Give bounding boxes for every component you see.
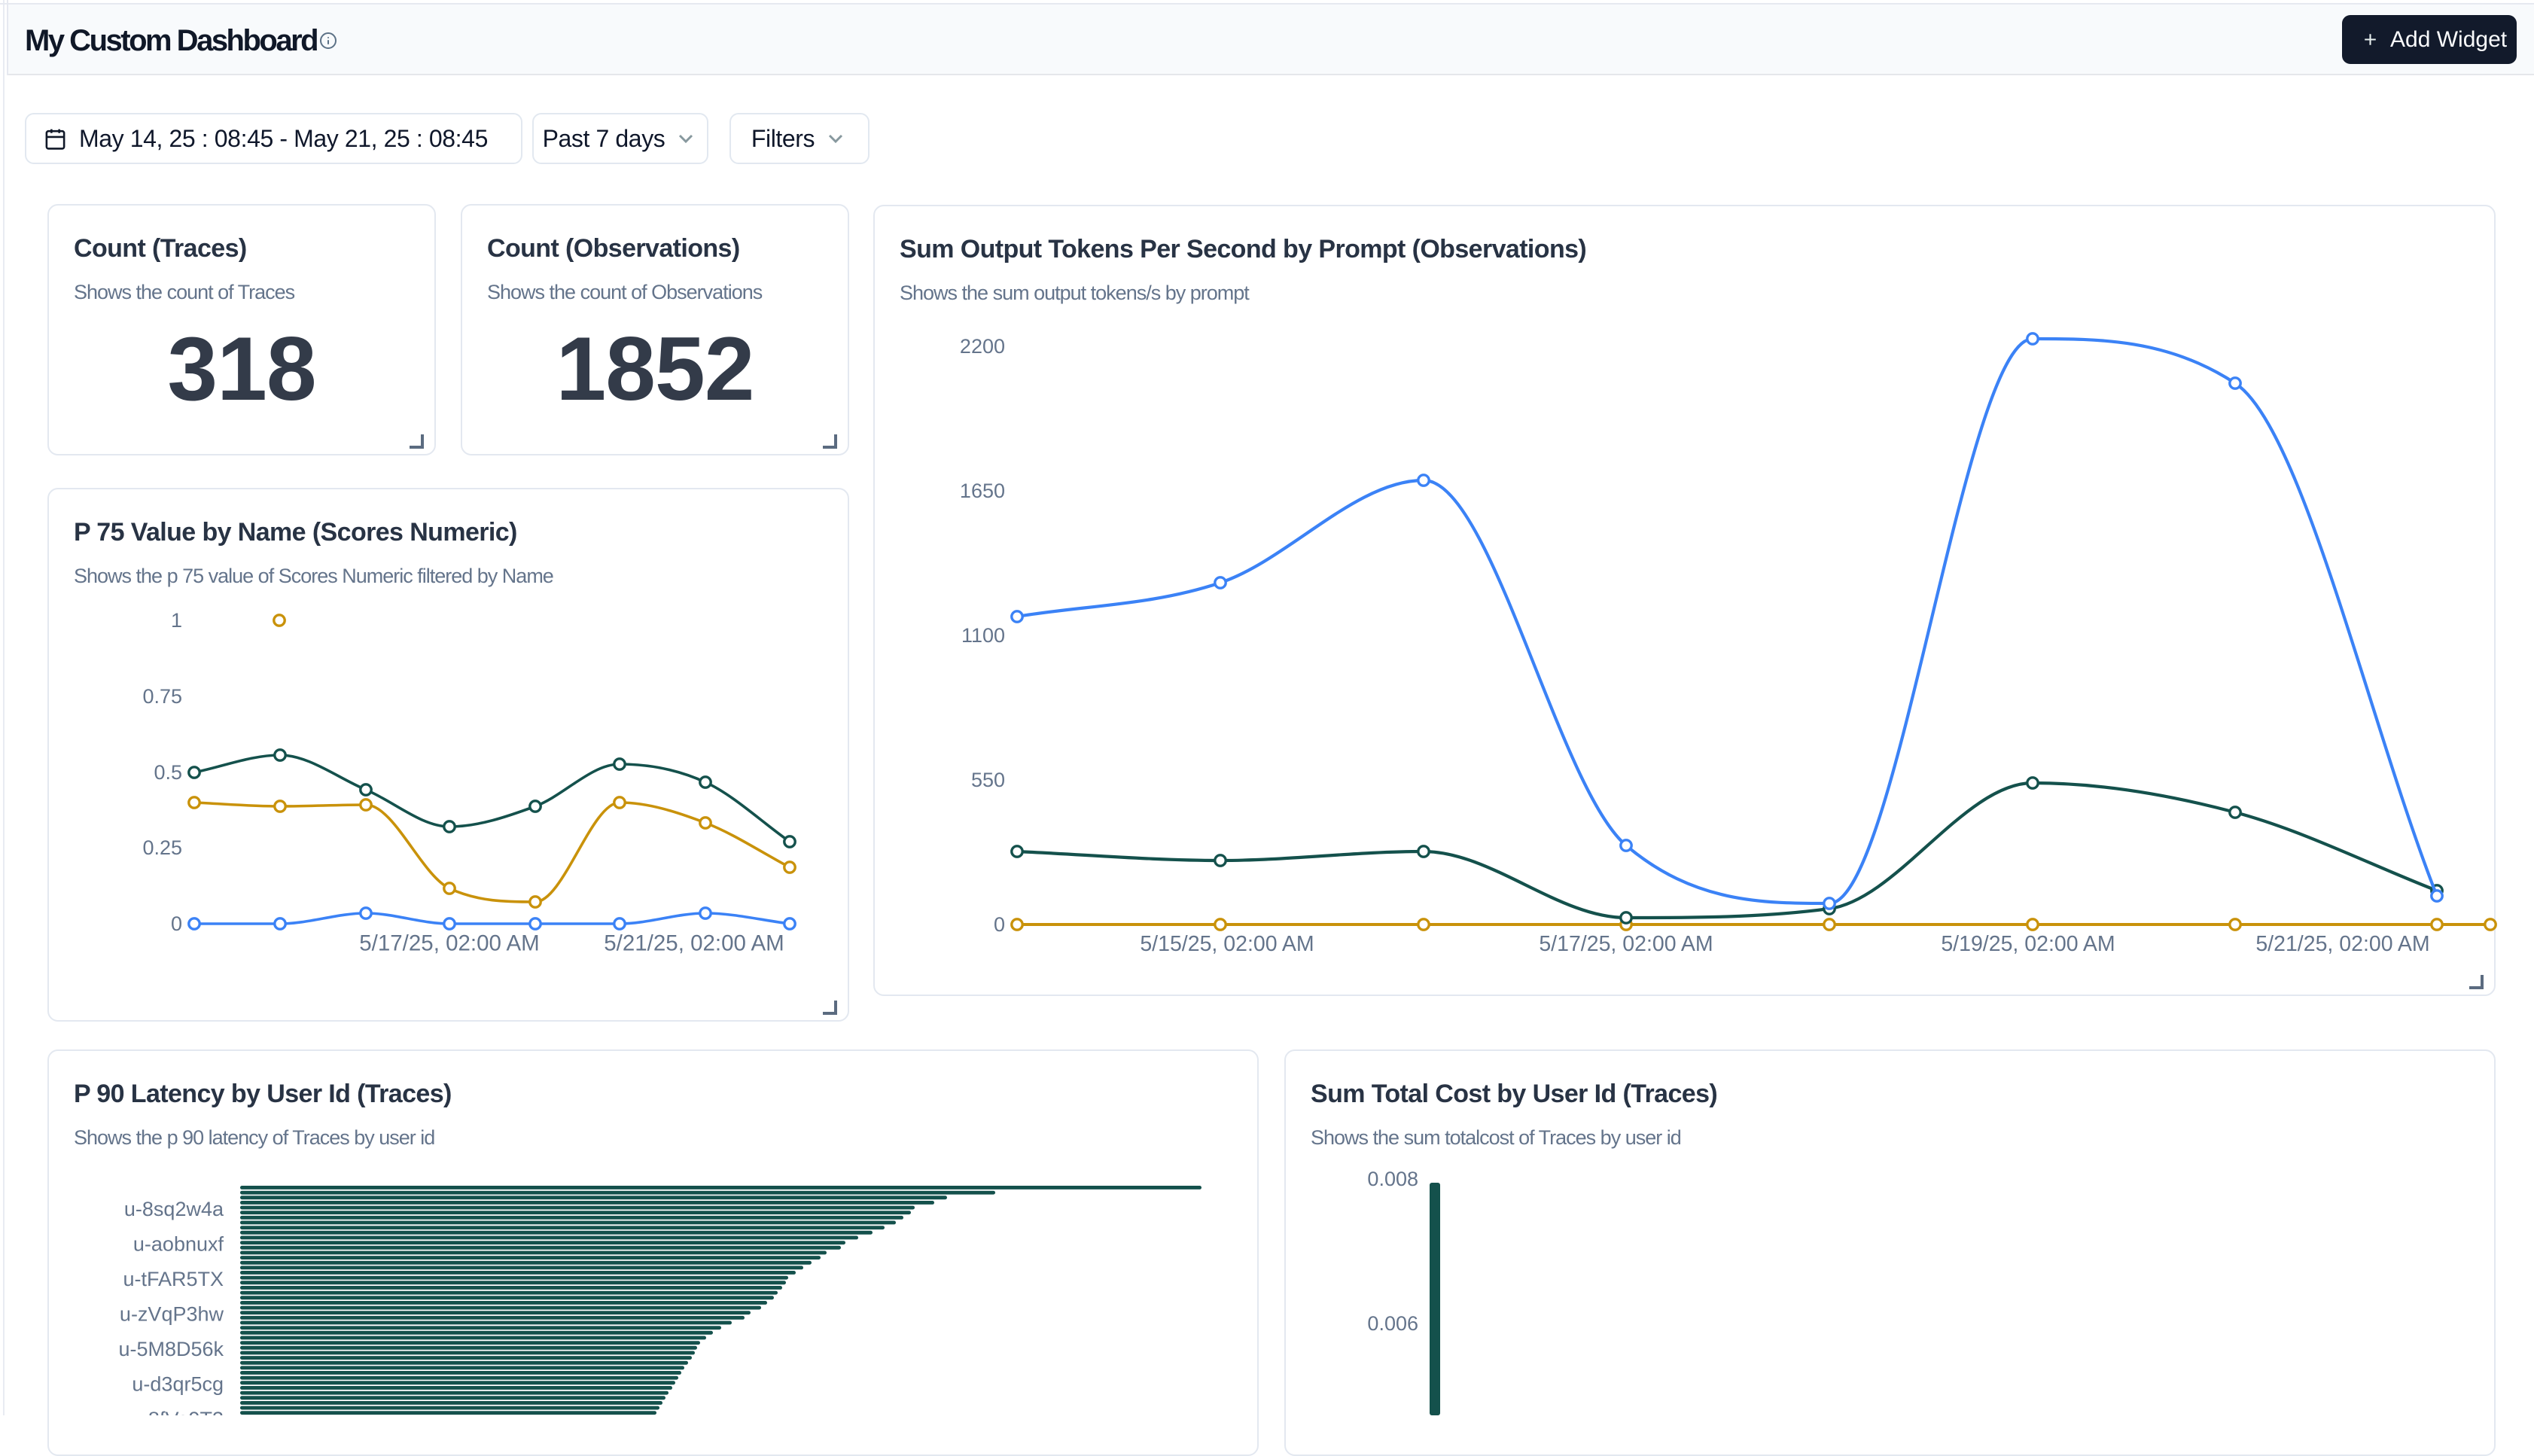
svg-text:0.008: 0.008 — [1367, 1168, 1418, 1190]
svg-text:5/17/25, 02:00 AM: 5/17/25, 02:00 AM — [1539, 932, 1713, 956]
svg-text:5/21/25, 02:00 AM: 5/21/25, 02:00 AM — [2255, 932, 2429, 956]
svg-text:550: 550 — [971, 769, 1005, 791]
svg-text:u-5M8D56k: u-5M8D56k — [118, 1338, 224, 1360]
svg-text:5/17/25, 02:00 AM: 5/17/25, 02:00 AM — [359, 931, 539, 956]
svg-text:1: 1 — [171, 609, 182, 632]
svg-text:0.5: 0.5 — [154, 761, 182, 784]
svg-text:5/19/25, 02:00 AM: 5/19/25, 02:00 AM — [1941, 932, 2115, 956]
svg-text:1100: 1100 — [961, 624, 1005, 647]
svg-text:u-d3qr5cg: u-d3qr5cg — [132, 1373, 224, 1396]
svg-text:0.75: 0.75 — [142, 685, 182, 708]
svg-text:5/15/25, 02:00 AM: 5/15/25, 02:00 AM — [1140, 932, 1314, 956]
svg-text:0.25: 0.25 — [142, 836, 182, 859]
svg-text:5/21/25, 02:00 AM: 5/21/25, 02:00 AM — [604, 931, 784, 956]
svg-text:0: 0 — [994, 913, 1005, 936]
svg-text:u-zVqP3hw: u-zVqP3hw — [120, 1303, 224, 1326]
svg-text:2200: 2200 — [960, 335, 1005, 358]
svg-text:0: 0 — [171, 912, 182, 935]
svg-text:u-aobnuxf: u-aobnuxf — [133, 1233, 224, 1256]
svg-text:u-8sq2w4a: u-8sq2w4a — [124, 1198, 224, 1220]
svg-text:0.006: 0.006 — [1367, 1312, 1418, 1335]
svg-text:u-tFAR5TX: u-tFAR5TX — [123, 1268, 224, 1290]
svg-text:u-8fVa9T3: u-8fVa9T3 — [130, 1408, 224, 1415]
svg-text:1650: 1650 — [960, 480, 1005, 502]
